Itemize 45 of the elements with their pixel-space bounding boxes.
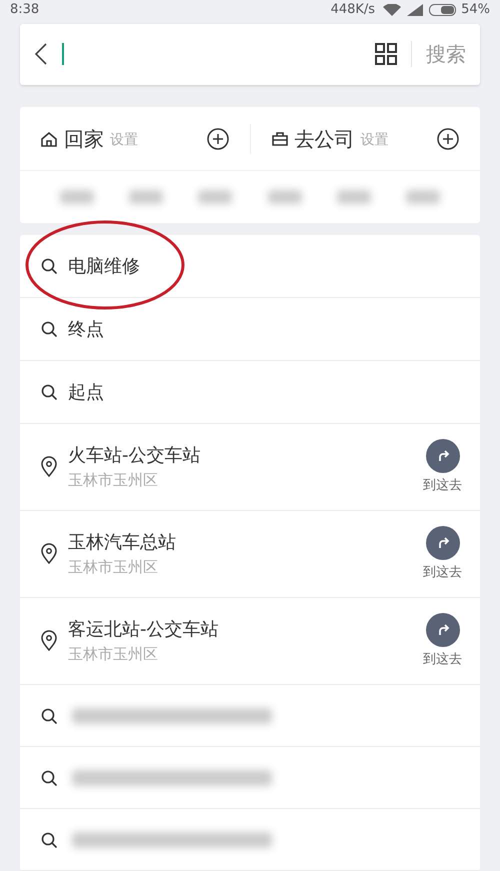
location-pin-icon	[40, 630, 58, 652]
route-turn-icon	[426, 612, 460, 647]
blurred-text	[268, 190, 302, 204]
search-icon	[40, 320, 58, 338]
wifi-icon	[383, 4, 402, 16]
back-icon[interactable]	[34, 42, 48, 66]
signal-icon	[407, 4, 424, 16]
search-icon	[40, 830, 58, 848]
route-turn-icon	[426, 526, 460, 560]
status-time: 8:38	[10, 1, 40, 19]
blurred-text	[198, 190, 232, 204]
search-icon	[40, 768, 58, 786]
search-icon	[40, 706, 58, 724]
text-cursor	[62, 43, 64, 66]
place-name[interactable]: 玉林汽车总站	[68, 530, 423, 556]
qr-scan-icon[interactable]	[375, 43, 397, 66]
go-here-button[interactable]: 到这去	[423, 526, 462, 582]
add-icon[interactable]	[206, 126, 230, 150]
go-here-button[interactable]: 到这去	[423, 438, 462, 496]
place-name[interactable]: 客运北站-公交车站	[68, 617, 423, 643]
shortcut-label[interactable]: 去公司	[294, 124, 354, 154]
location-pin-icon	[40, 543, 58, 565]
network-speed: 448K/s	[330, 1, 376, 19]
place-address: 玉林市玉州区	[68, 644, 159, 665]
battery-percent: 54%	[461, 1, 490, 19]
route-turn-icon	[426, 438, 460, 473]
search-icon	[40, 383, 58, 401]
battery-icon	[429, 4, 458, 16]
search-icon	[40, 257, 58, 275]
place-name[interactable]: 火车站-公交车站	[68, 443, 423, 469]
history-query[interactable]: 电脑维修	[68, 252, 140, 280]
go-here-button[interactable]: 到这去	[423, 612, 462, 670]
location-pin-icon	[40, 456, 58, 478]
home-icon	[40, 130, 58, 148]
blurred-text	[336, 190, 371, 204]
blurred-text	[60, 190, 94, 204]
shortcut-label[interactable]: 回家	[64, 124, 104, 154]
history-query[interactable]: 终点	[68, 316, 104, 342]
blurred-text	[129, 190, 164, 204]
place-address: 玉林市玉州区	[68, 557, 159, 578]
briefcase-icon	[270, 130, 288, 148]
place-address: 玉林市玉州区	[68, 470, 159, 491]
blurred-text	[406, 190, 440, 204]
add-icon[interactable]	[436, 126, 460, 150]
history-query[interactable]: 起点	[68, 378, 104, 406]
